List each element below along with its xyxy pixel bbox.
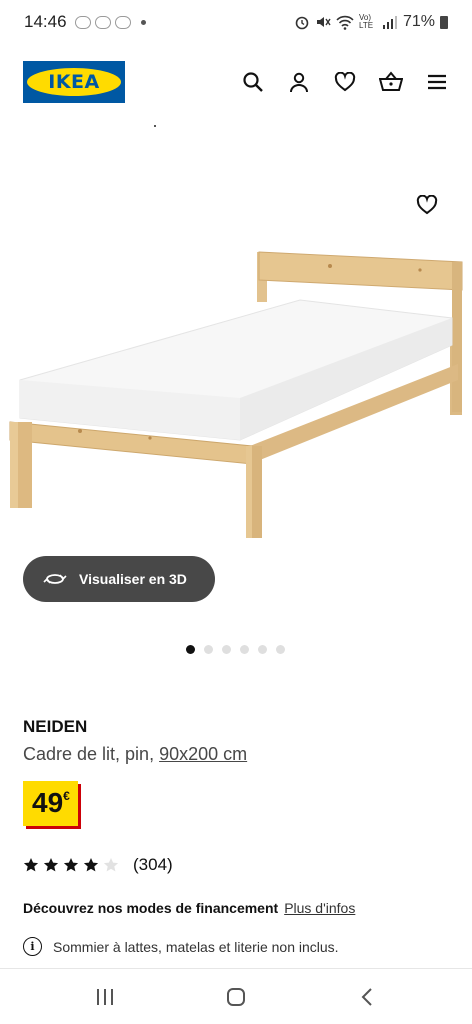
star-empty-icon <box>103 858 119 872</box>
recent-apps-icon <box>97 988 114 1005</box>
star-filled-icon <box>63 858 79 872</box>
message-notification-icon <box>114 15 131 29</box>
info-icon: i <box>23 937 42 956</box>
message-notification-icon <box>74 15 91 29</box>
price-tag: 49 € <box>23 781 78 826</box>
search-icon[interactable] <box>241 70 265 94</box>
pager-dot[interactable] <box>186 645 195 654</box>
product-rating[interactable]: (304) <box>23 855 173 875</box>
financing-more-info-link[interactable]: Plus d'infos <box>284 900 355 916</box>
app-header: IKEA <box>0 56 472 108</box>
product-notice: i Sommier à lattes, matelas et literie n… <box>23 937 339 956</box>
image-pager <box>186 645 285 654</box>
star-filled-icon <box>83 858 99 872</box>
pager-dot[interactable] <box>276 645 285 654</box>
star-filled-icon <box>23 858 39 872</box>
wifi-icon <box>336 15 354 30</box>
star-filled-icon <box>43 858 59 872</box>
user-icon[interactable] <box>287 70 311 94</box>
status-indicators: Vo) LTE 71% <box>294 13 448 31</box>
financing-row: Découvrez nos modes de financement Plus d… <box>23 900 355 916</box>
alarm-icon <box>295 16 309 30</box>
notice-text: Sommier à lattes, matelas et literie non… <box>53 938 339 955</box>
pager-dot[interactable] <box>222 645 231 654</box>
bed-frame-illustration <box>9 251 463 538</box>
battery-percent: 71% <box>402 13 435 30</box>
ikea-logo[interactable]: IKEA <box>23 61 125 103</box>
home-icon <box>226 987 245 1006</box>
add-to-favorites-heart-icon[interactable] <box>414 192 440 218</box>
price-currency: € <box>63 789 70 803</box>
status-time: 14:46 <box>24 12 67 31</box>
recent-apps-button[interactable] <box>75 977 135 1017</box>
more-notifications-dot-icon <box>140 19 146 25</box>
header-icons <box>241 70 449 94</box>
notification-icons <box>74 15 146 29</box>
product-name: NEIDEN <box>23 717 88 736</box>
logo-text: IKEA <box>48 71 100 93</box>
visualize-3d-label: Visualiser en 3D <box>79 571 187 587</box>
mute-icon <box>316 17 331 27</box>
pager-dot[interactable] <box>204 645 213 654</box>
product-image[interactable] <box>0 180 472 560</box>
pager-dot[interactable] <box>240 645 249 654</box>
system-navigation-bar <box>0 969 472 1024</box>
logo-oval: IKEA <box>27 68 121 96</box>
status-bar: 14:46 Vo) LTE 71% <box>0 0 472 44</box>
product-description: Cadre de lit, pin, 90x200 cm <box>23 744 247 765</box>
menu-icon[interactable] <box>425 70 449 94</box>
rating-count: (304) <box>133 855 173 874</box>
price-value: 49 <box>32 787 64 818</box>
visualize-3d-button[interactable]: Visualiser en 3D <box>23 556 215 602</box>
pager-dot[interactable] <box>258 645 267 654</box>
back-chevron-icon <box>361 987 372 1006</box>
rotate-3d-icon <box>43 574 67 584</box>
home-button[interactable] <box>206 977 266 1017</box>
network-label: Vo) LTE <box>358 13 374 30</box>
message-notification-icon <box>94 15 111 29</box>
basket-icon[interactable] <box>379 70 403 94</box>
product-size-link[interactable]: 90x200 cm <box>159 744 247 764</box>
financing-label: Découvrez nos modes de financement <box>23 900 279 916</box>
back-button[interactable] <box>337 977 397 1017</box>
battery-icon <box>440 15 448 29</box>
signal-icon <box>382 16 397 29</box>
product-type: Cadre de lit, pin, <box>23 744 160 764</box>
divider-dot <box>154 125 156 127</box>
heart-icon[interactable] <box>333 70 357 94</box>
